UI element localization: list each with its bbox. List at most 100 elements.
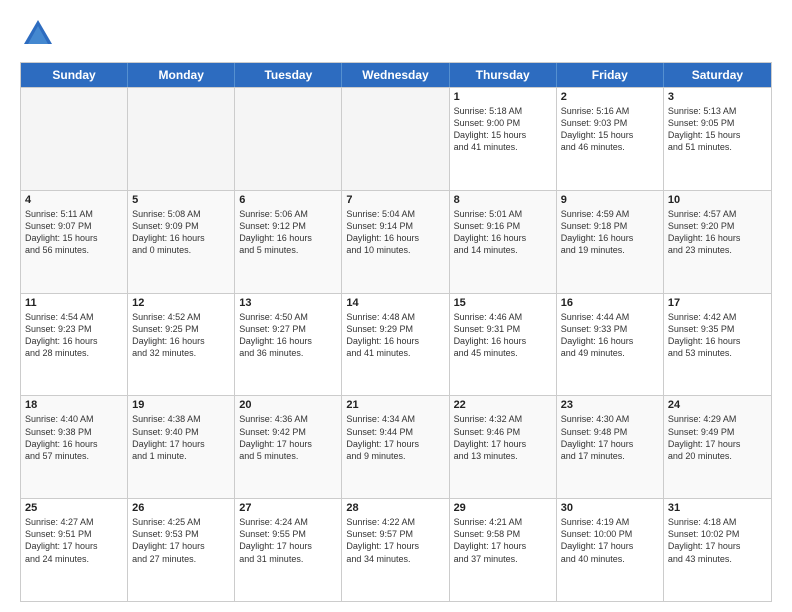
day-number: 23 (561, 399, 659, 411)
day-info: Sunrise: 4:29 AM Sunset: 9:49 PM Dayligh… (668, 413, 767, 462)
day-cell-2: 2 Sunrise: 5:16 AM Sunset: 9:03 PM Daylig… (557, 88, 664, 190)
day-cell-30: 30 Sunrise: 4:19 AM Sunset: 10:00 PM Dayl… (557, 499, 664, 601)
day-number: 26 (132, 502, 230, 514)
day-cell-24: 24Sunrise: 4:29 AM Sunset: 9:49 PM Dayli… (664, 396, 771, 498)
day-info: Sunrise: 4:46 AM Sunset: 9:31 PM Dayligh… (454, 311, 552, 360)
empty-cell (235, 88, 342, 190)
day-number: 30 (561, 502, 659, 514)
day-number: 17 (668, 297, 767, 309)
day-info: Sunrise: 4:48 AM Sunset: 9:29 PM Dayligh… (346, 311, 444, 360)
day-number: 21 (346, 399, 444, 411)
weekday-header-thursday: Thursday (450, 63, 557, 87)
day-info: Sunrise: 5:11 AM Sunset: 9:07 PM Dayligh… (25, 208, 123, 257)
day-number: 31 (668, 502, 767, 514)
day-number: 25 (25, 502, 123, 514)
day-info: Sunrise: 4:27 AM Sunset: 9:51 PM Dayligh… (25, 516, 123, 565)
day-cell-17: 17 Sunrise: 4:42 AM Sunset: 9:35 PM Dayli… (664, 294, 771, 396)
day-cell-25: 25 Sunrise: 4:27 AM Sunset: 9:51 PM Dayli… (21, 499, 128, 601)
day-info: Sunrise: 4:42 AM Sunset: 9:35 PM Dayligh… (668, 311, 767, 360)
day-number: 11 (25, 297, 123, 309)
day-number: 28 (346, 502, 444, 514)
day-cell-13: 13 Sunrise: 4:50 AM Sunset: 9:27 PM Dayli… (235, 294, 342, 396)
weekday-header-monday: Monday (128, 63, 235, 87)
weekday-header-saturday: Saturday (664, 63, 771, 87)
day-cell-12: 12Sunrise: 4:52 AM Sunset: 9:25 PM Dayli… (128, 294, 235, 396)
day-info: Sunrise: 4:24 AM Sunset: 9:55 PM Dayligh… (239, 516, 337, 565)
day-number: 2 (561, 91, 659, 103)
day-number: 13 (239, 297, 337, 309)
day-info: Sunrise: 4:50 AM Sunset: 9:27 PM Dayligh… (239, 311, 337, 360)
empty-cell (21, 88, 128, 190)
day-number: 10 (668, 194, 767, 206)
day-number: 14 (346, 297, 444, 309)
day-cell-9: 9 Sunrise: 4:59 AM Sunset: 9:18 PM Daylig… (557, 191, 664, 293)
day-info: Sunrise: 4:40 AM Sunset: 9:38 PM Dayligh… (25, 413, 123, 462)
logo (20, 16, 60, 52)
day-cell-26: 26 Sunrise: 4:25 AM Sunset: 9:53 PM Dayli… (128, 499, 235, 601)
day-number: 1 (454, 91, 552, 103)
day-info: Sunrise: 4:25 AM Sunset: 9:53 PM Dayligh… (132, 516, 230, 565)
day-info: Sunrise: 4:19 AM Sunset: 10:00 PM Daylig… (561, 516, 659, 565)
day-cell-18: 18 Sunrise: 4:40 AM Sunset: 9:38 PM Dayli… (21, 396, 128, 498)
day-info: Sunrise: 4:38 AM Sunset: 9:40 PM Dayligh… (132, 413, 230, 462)
day-info: Sunrise: 5:16 AM Sunset: 9:03 PM Dayligh… (561, 105, 659, 154)
day-cell-3: 3 Sunrise: 5:13 AM Sunset: 9:05 PM Daylig… (664, 88, 771, 190)
day-info: Sunrise: 4:44 AM Sunset: 9:33 PM Dayligh… (561, 311, 659, 360)
day-number: 18 (25, 399, 123, 411)
day-number: 3 (668, 91, 767, 103)
day-cell-10: 10 Sunrise: 4:57 AM Sunset: 9:20 PM Dayli… (664, 191, 771, 293)
calendar-row-4: 25 Sunrise: 4:27 AM Sunset: 9:51 PM Dayli… (21, 498, 771, 601)
day-info: Sunrise: 4:54 AM Sunset: 9:23 PM Dayligh… (25, 311, 123, 360)
day-cell-22: 22 Sunrise: 4:32 AM Sunset: 9:46 PM Dayli… (450, 396, 557, 498)
calendar-row-0: 1Sunrise: 5:18 AM Sunset: 9:00 PM Daylig… (21, 87, 771, 190)
day-info: Sunrise: 5:08 AM Sunset: 9:09 PM Dayligh… (132, 208, 230, 257)
calendar-row-2: 11 Sunrise: 4:54 AM Sunset: 9:23 PM Dayli… (21, 293, 771, 396)
day-number: 6 (239, 194, 337, 206)
day-cell-20: 20Sunrise: 4:36 AM Sunset: 9:42 PM Dayli… (235, 396, 342, 498)
day-info: Sunrise: 4:52 AM Sunset: 9:25 PM Dayligh… (132, 311, 230, 360)
day-cell-11: 11 Sunrise: 4:54 AM Sunset: 9:23 PM Dayli… (21, 294, 128, 396)
day-number: 19 (132, 399, 230, 411)
day-cell-7: 7Sunrise: 5:04 AM Sunset: 9:14 PM Daylig… (342, 191, 449, 293)
day-cell-31: 31 Sunrise: 4:18 AM Sunset: 10:02 PM Dayl… (664, 499, 771, 601)
day-cell-23: 23Sunrise: 4:30 AM Sunset: 9:48 PM Dayli… (557, 396, 664, 498)
day-info: Sunrise: 4:21 AM Sunset: 9:58 PM Dayligh… (454, 516, 552, 565)
day-cell-5: 5 Sunrise: 5:08 AM Sunset: 9:09 PM Daylig… (128, 191, 235, 293)
day-info: Sunrise: 4:57 AM Sunset: 9:20 PM Dayligh… (668, 208, 767, 257)
day-cell-4: 4Sunrise: 5:11 AM Sunset: 9:07 PM Daylig… (21, 191, 128, 293)
calendar: SundayMondayTuesdayWednesdayThursdayFrid… (20, 62, 772, 602)
calendar-header-row: SundayMondayTuesdayWednesdayThursdayFrid… (21, 63, 771, 87)
day-cell-27: 27 Sunrise: 4:24 AM Sunset: 9:55 PM Dayli… (235, 499, 342, 601)
weekday-header-sunday: Sunday (21, 63, 128, 87)
day-number: 29 (454, 502, 552, 514)
day-info: Sunrise: 4:18 AM Sunset: 10:02 PM Daylig… (668, 516, 767, 565)
day-info: Sunrise: 4:32 AM Sunset: 9:46 PM Dayligh… (454, 413, 552, 462)
day-info: Sunrise: 4:59 AM Sunset: 9:18 PM Dayligh… (561, 208, 659, 257)
day-number: 5 (132, 194, 230, 206)
weekday-header-friday: Friday (557, 63, 664, 87)
day-info: Sunrise: 4:36 AM Sunset: 9:42 PM Dayligh… (239, 413, 337, 462)
day-cell-19: 19 Sunrise: 4:38 AM Sunset: 9:40 PM Dayli… (128, 396, 235, 498)
day-info: Sunrise: 5:06 AM Sunset: 9:12 PM Dayligh… (239, 208, 337, 257)
day-cell-16: 16Sunrise: 4:44 AM Sunset: 9:33 PM Dayli… (557, 294, 664, 396)
day-number: 27 (239, 502, 337, 514)
day-cell-21: 21Sunrise: 4:34 AM Sunset: 9:44 PM Dayli… (342, 396, 449, 498)
day-info: Sunrise: 5:04 AM Sunset: 9:14 PM Dayligh… (346, 208, 444, 257)
day-number: 15 (454, 297, 552, 309)
calendar-body: 1Sunrise: 5:18 AM Sunset: 9:00 PM Daylig… (21, 87, 771, 601)
day-info: Sunrise: 5:01 AM Sunset: 9:16 PM Dayligh… (454, 208, 552, 257)
header (20, 16, 772, 52)
day-cell-8: 8 Sunrise: 5:01 AM Sunset: 9:16 PM Daylig… (450, 191, 557, 293)
page: SundayMondayTuesdayWednesdayThursdayFrid… (0, 0, 792, 612)
empty-cell (128, 88, 235, 190)
day-info: Sunrise: 5:13 AM Sunset: 9:05 PM Dayligh… (668, 105, 767, 154)
day-cell-29: 29 Sunrise: 4:21 AM Sunset: 9:58 PM Dayli… (450, 499, 557, 601)
day-number: 8 (454, 194, 552, 206)
day-cell-1: 1Sunrise: 5:18 AM Sunset: 9:00 PM Daylig… (450, 88, 557, 190)
day-cell-15: 15 Sunrise: 4:46 AM Sunset: 9:31 PM Dayli… (450, 294, 557, 396)
day-number: 9 (561, 194, 659, 206)
weekday-header-tuesday: Tuesday (235, 63, 342, 87)
day-cell-14: 14 Sunrise: 4:48 AM Sunset: 9:29 PM Dayli… (342, 294, 449, 396)
weekday-header-wednesday: Wednesday (342, 63, 449, 87)
day-number: 22 (454, 399, 552, 411)
